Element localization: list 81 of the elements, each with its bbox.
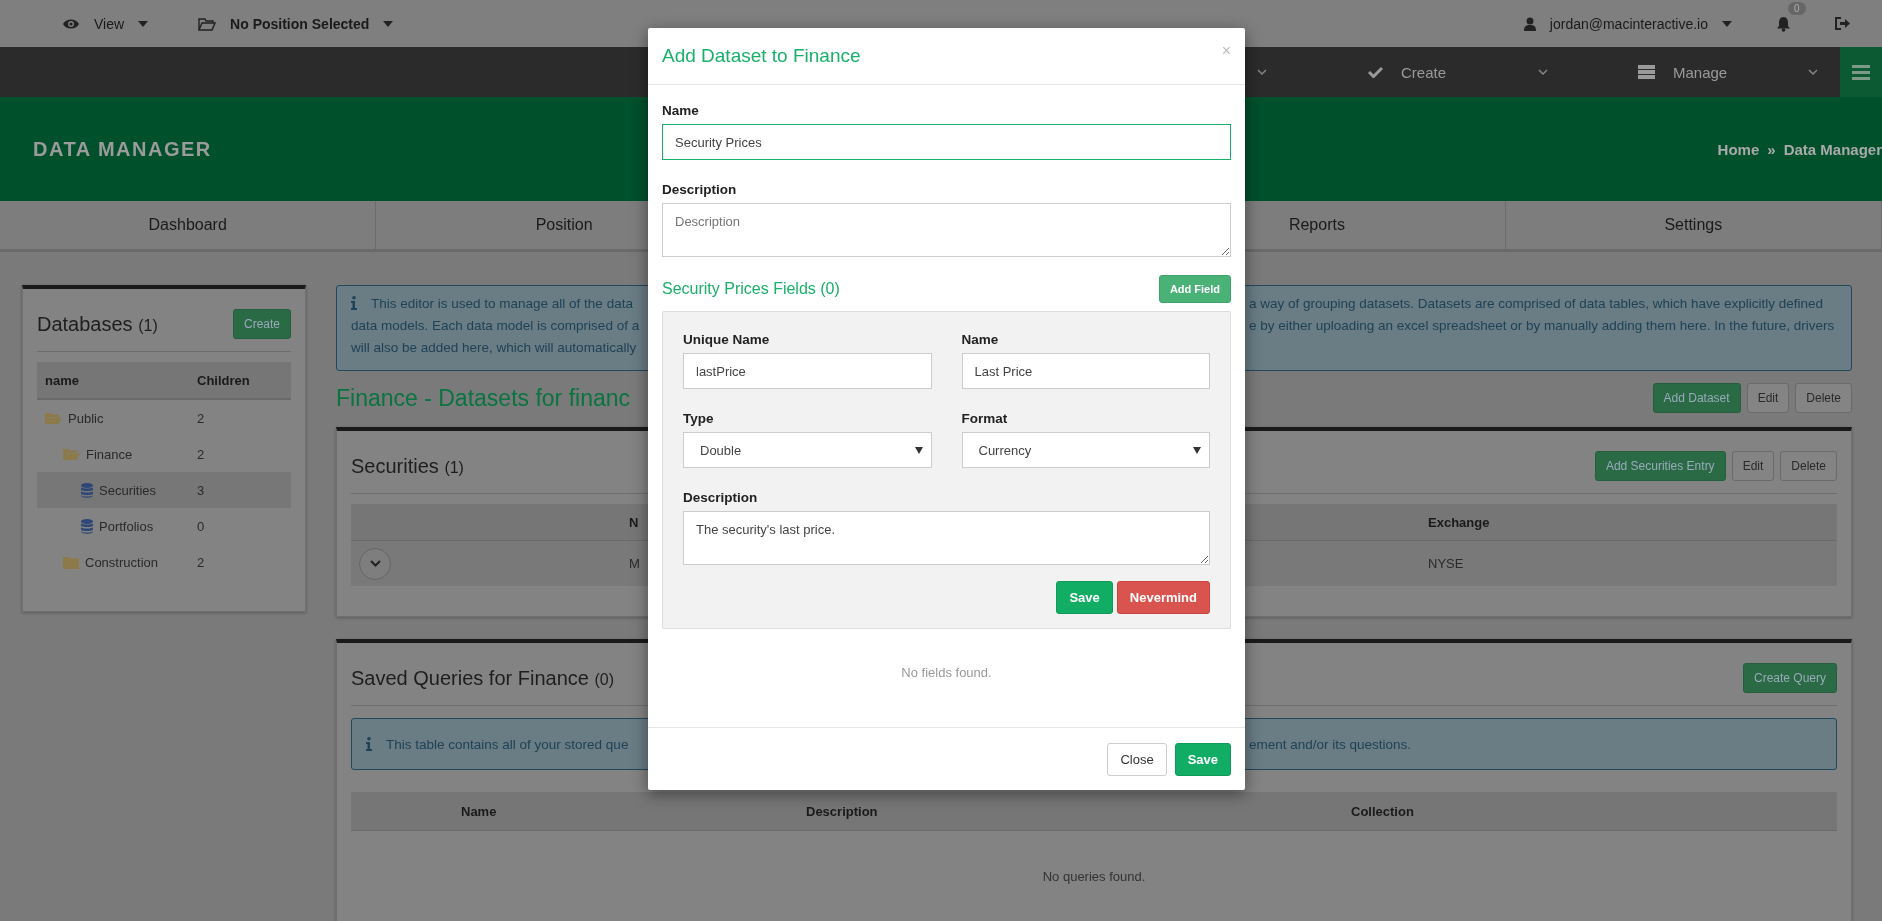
tree-item-label: Securities <box>99 482 157 498</box>
section-heading: Finance - Datasets for financ <box>336 384 631 412</box>
children-count: 2 <box>197 554 205 570</box>
tree-row[interactable]: Portfolios 0 <box>37 508 291 544</box>
tree-item-label: Construction <box>85 554 158 570</box>
column-header: Collection <box>1351 803 1414 819</box>
children-count: 2 <box>197 446 205 462</box>
tree-row[interactable]: Securities 3 <box>37 472 291 508</box>
info-text: a way of grouping datasets. Datasets are comprised of data tables, which have explicitly defined <box>1249 295 1824 311</box>
section-heading: Security Prices Fields (0) <box>662 280 840 298</box>
nav-menu-item[interactable]: Manage <box>1570 63 1840 81</box>
panel-count: (0) <box>594 670 615 688</box>
nav-tab[interactable]: Settings <box>1505 201 1882 249</box>
create-button[interactable]: Create <box>232 309 291 339</box>
table-cell: NYSE <box>1428 556 1464 571</box>
field-label: Name <box>961 332 1000 347</box>
info-text: will also be added here, which will automatically <box>351 339 637 355</box>
field-label: Description <box>662 182 738 197</box>
info-text: ement and/or its questions. <box>1249 736 1412 752</box>
description-field[interactable]: The security's last price. <box>683 511 1210 565</box>
panel-title: Databases <box>37 312 133 335</box>
panel-title: Saved Queries for Finance <box>351 666 589 689</box>
info-text: data models. Each data model is comprised of a <box>351 317 640 333</box>
table-cell: M <box>629 556 640 571</box>
tree-item-label: Portfolios <box>99 518 154 534</box>
panel-count: (1) <box>444 458 464 476</box>
field-label: Name <box>662 103 700 118</box>
action-button[interactable]: Edit <box>1731 451 1775 481</box>
column-header: name <box>44 372 79 388</box>
user-menu[interactable]: jordan@macinteractive.io <box>1523 15 1732 32</box>
column-header: N <box>629 514 639 530</box>
field-label: Unique Name <box>683 332 771 347</box>
unique-name-field[interactable]: lastPrice <box>683 353 932 389</box>
column-header: Description <box>806 803 878 819</box>
column-header: Children <box>197 372 250 388</box>
cancel-button[interactable]: Nevermind <box>1116 581 1210 614</box>
panel-count: (1) <box>138 316 158 334</box>
field-label: Format <box>961 411 1009 426</box>
tree-item-label: Public <box>68 410 104 426</box>
breadcrumb-link[interactable]: Home <box>1717 140 1760 158</box>
type-select[interactable]: Double <box>683 432 932 468</box>
description-field[interactable]: Description <box>662 203 1231 257</box>
action-button[interactable]: Add Dataset <box>1652 383 1741 413</box>
action-button[interactable]: Add Securities Entry <box>1594 451 1726 481</box>
name-field[interactable]: Security Prices <box>662 124 1231 160</box>
empty-message: No fields found. <box>901 665 992 680</box>
info-text: This table contains all of your stored que <box>386 736 629 752</box>
breadcrumb-current: Data Manager <box>1783 140 1882 158</box>
add-field-button[interactable]: Add Field <box>1158 275 1231 303</box>
column-header: Exchange <box>1428 514 1490 530</box>
create-query-button[interactable]: Create Query <box>1742 663 1837 693</box>
tree-row[interactable]: Construction 2 <box>37 544 291 580</box>
breadcrumb-separator: » <box>1767 140 1776 158</box>
view-menu[interactable]: View <box>62 15 149 32</box>
save-button[interactable]: Save <box>1056 581 1113 614</box>
tree-row[interactable]: Finance 2 <box>37 436 291 472</box>
action-button[interactable]: Delete <box>1795 383 1852 413</box>
name-field[interactable]: Last Price <box>961 353 1210 389</box>
column-header: Name <box>461 803 497 819</box>
notification-badge: 0 <box>1788 1 1806 15</box>
field-label: Type <box>683 411 715 426</box>
tree-item-label: Finance <box>86 446 133 462</box>
empty-message: No queries found. <box>1042 869 1146 884</box>
children-count: 3 <box>197 482 205 498</box>
action-button[interactable]: Edit <box>1746 383 1790 413</box>
position-menu[interactable]: No Position Selected <box>198 15 394 32</box>
nav-menu-item[interactable]: Create <box>1300 63 1570 81</box>
footer-button[interactable]: Close <box>1107 742 1167 776</box>
format-select[interactable]: Currency <box>961 432 1210 468</box>
info-text: This editor is used to manage all of the data <box>371 295 633 311</box>
modal-title: Add Dataset to Finance <box>662 45 861 67</box>
tree-row[interactable]: Public 2 <box>37 400 291 436</box>
children-count: 2 <box>197 410 205 426</box>
page-title: DATA MANAGER <box>33 137 212 161</box>
children-count: 0 <box>197 518 205 534</box>
action-button[interactable]: Delete <box>1780 451 1837 481</box>
field-label: Description <box>683 490 759 505</box>
panel-title: Securities <box>351 454 439 477</box>
nav-tab[interactable]: Dashboard <box>0 201 377 249</box>
info-text: e by either uploading an excel spreadsheet or by manually adding them here. In the future, drivers <box>1249 317 1835 333</box>
footer-button[interactable]: Save <box>1174 742 1231 776</box>
